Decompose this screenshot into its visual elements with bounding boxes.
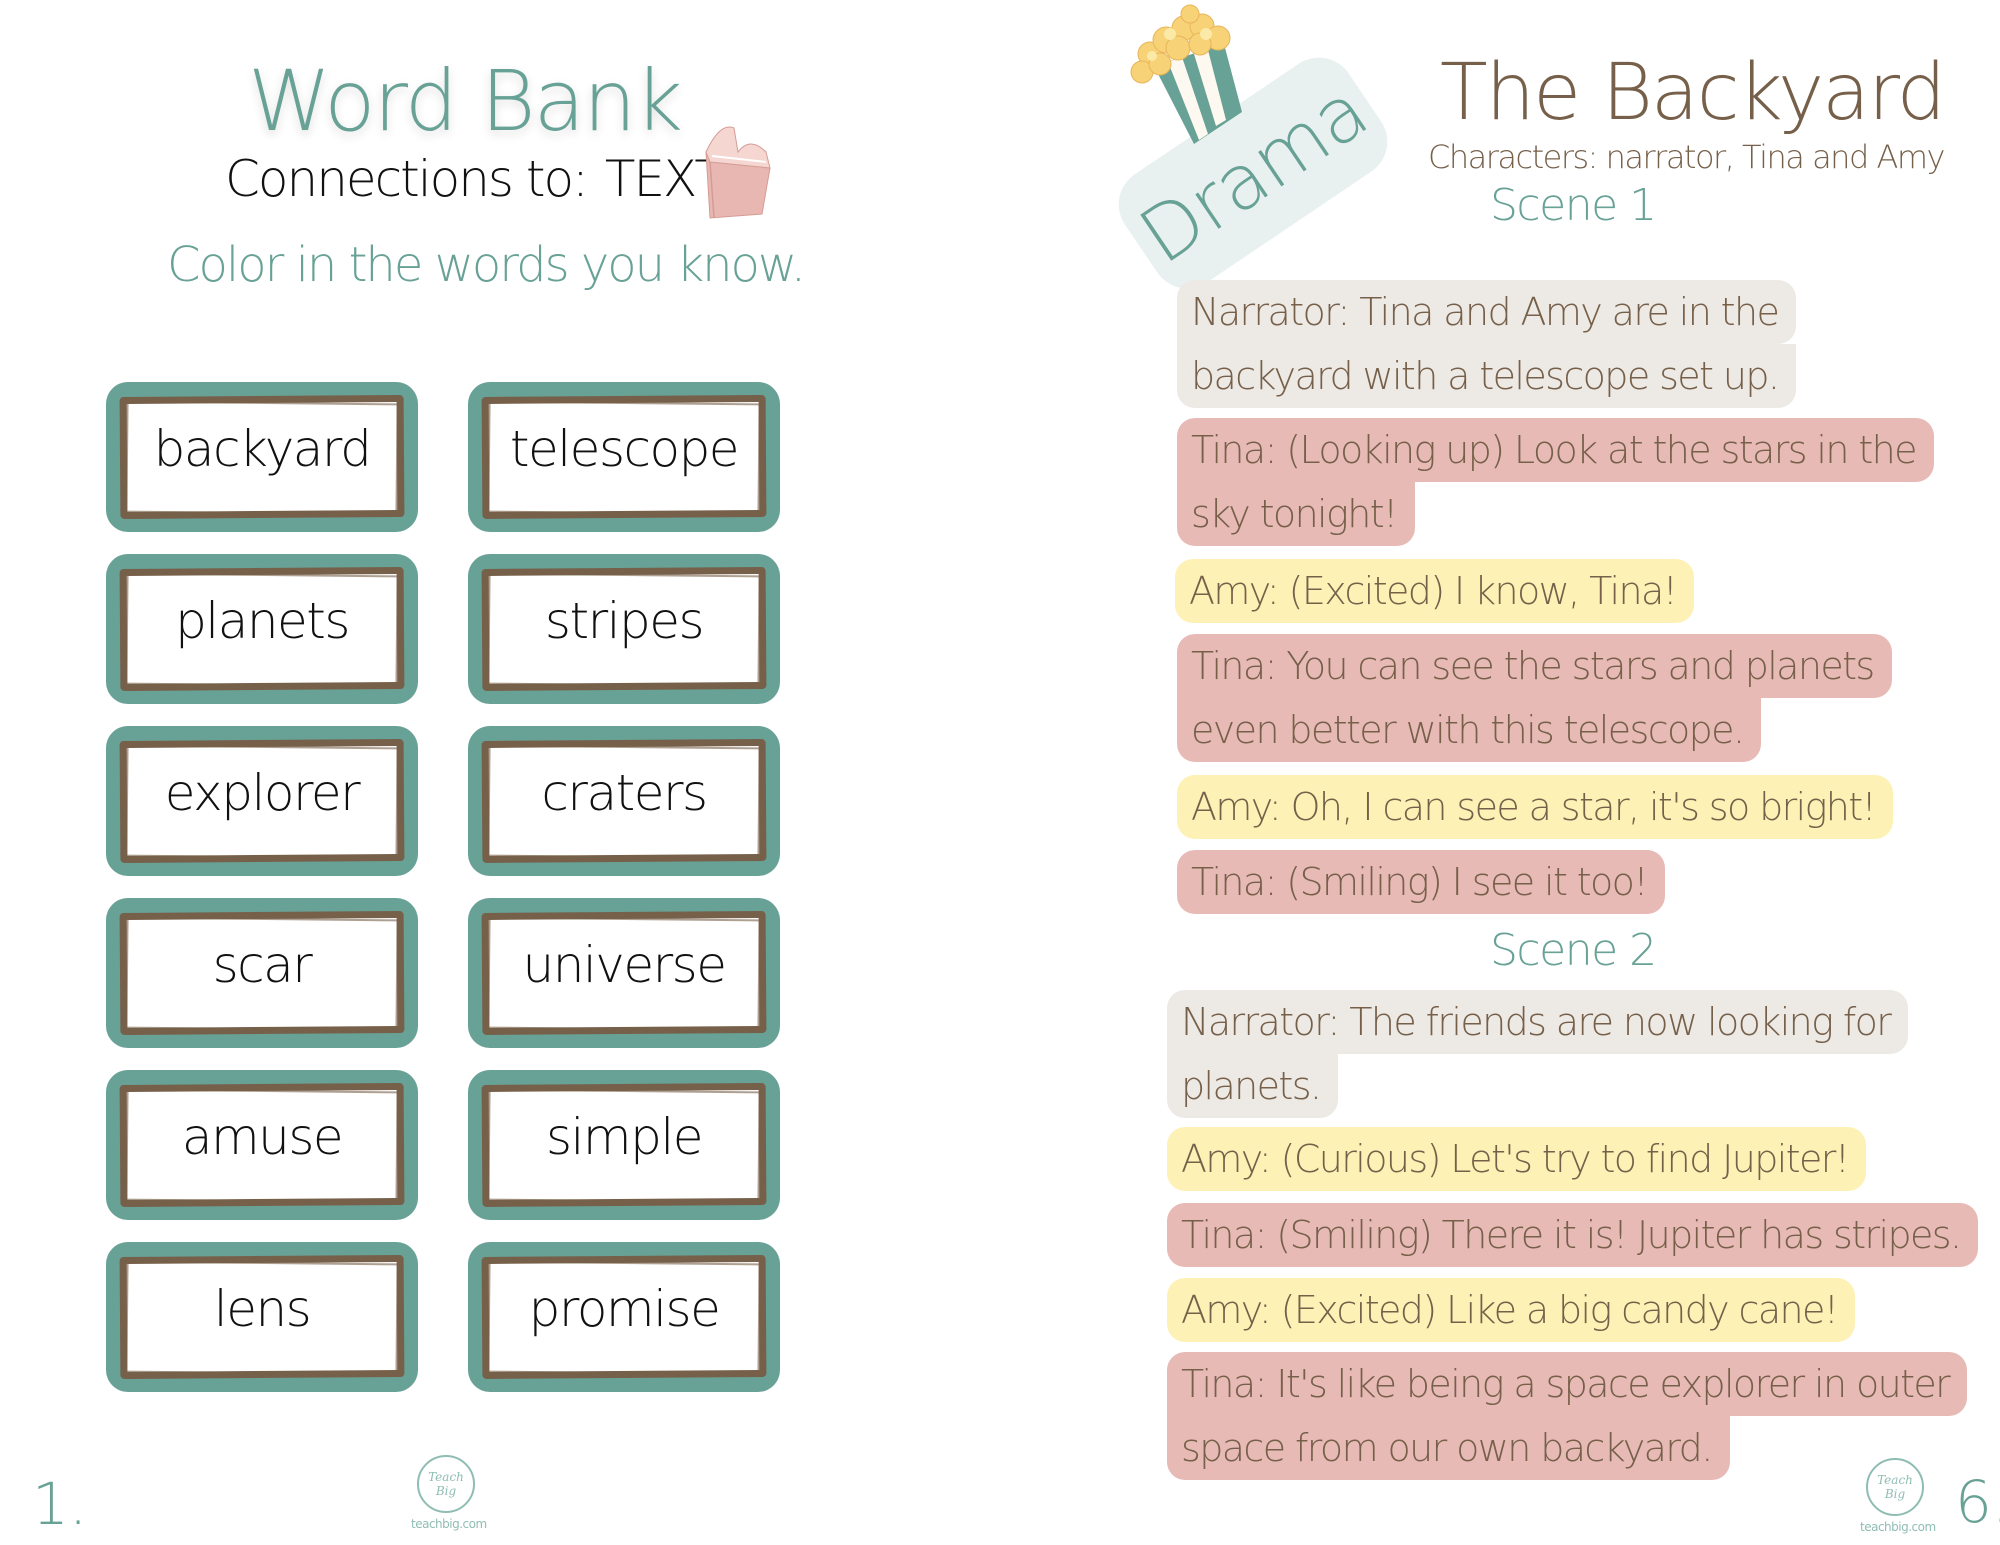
logo-url: teachbig.com [1860, 1520, 1936, 1534]
word-card[interactable]: craters [468, 726, 780, 876]
word-card[interactable]: universe [468, 898, 780, 1048]
instruction-text: Color in the words you know. [167, 237, 806, 293]
word-card[interactable]: amuse [106, 1070, 418, 1220]
dialogue-text: Tina: It's like being a space explorer i… [1167, 1352, 1968, 1416]
dialogue-text: space from our own backyard. [1167, 1416, 1730, 1480]
word-card[interactable]: lens [106, 1242, 418, 1392]
dialogue-text: even better with this telescope. [1177, 698, 1762, 762]
word-card[interactable]: explorer [106, 726, 418, 876]
word-label: planets [175, 592, 350, 650]
teachbig-logo: Teach Big teachbig.com [1860, 1458, 1936, 1534]
dialogue-text: Narrator: The friends are now looking fo… [1167, 990, 1909, 1054]
connections-subtitle: Connections to: TEXT [225, 150, 725, 208]
dialogue-text: Amy: (Excited) Like a big candy cane! [1167, 1278, 1856, 1342]
word-label: explorer [164, 764, 361, 822]
word-bank-page: Word Bank Connections to: TEXT Color in t… [0, 0, 1000, 1545]
dialogue-text: Amy: (Curious) Let's try to find Jupiter… [1167, 1127, 1867, 1191]
dialogue-line-amy: Amy: (Excited) Like a big candy cane! [1167, 1278, 1856, 1342]
word-card[interactable]: telescope [468, 382, 780, 532]
word-label: simple [545, 1108, 704, 1166]
dialogue-text: Narrator: Tina and Amy are in the [1177, 280, 1797, 344]
logo-mark: Teach Big [417, 1455, 475, 1513]
word-label: stripes [544, 592, 705, 650]
word-label: backyard [153, 420, 372, 478]
word-label: promise [528, 1280, 721, 1338]
play-title: The Backyard [1440, 48, 1946, 138]
dialogue-text: Tina: You can see the stars and planets [1177, 634, 1892, 698]
logo-mark: Teach Big [1866, 1458, 1924, 1516]
scene-2-heading: Scene 2 [1490, 925, 1657, 976]
teachbig-logo: Teach Big teachbig.com [411, 1455, 487, 1531]
word-label: telescope [509, 420, 740, 478]
word-label: scar [212, 936, 313, 994]
dialogue-line-tina: Tina: (Smiling) There it is! Jupiter has… [1167, 1203, 1979, 1267]
dialogue-text: sky tonight! [1177, 482, 1415, 546]
word-card[interactable]: stripes [468, 554, 780, 704]
word-card[interactable]: promise [468, 1242, 780, 1392]
word-label: amuse [181, 1108, 344, 1166]
dialogue-text: Tina: (Smiling) There it is! Jupiter has… [1167, 1203, 1979, 1267]
word-card[interactable]: simple [468, 1070, 780, 1220]
word-card[interactable]: planets [106, 554, 418, 704]
dialogue-text: Tina: (Looking up) Look at the stars in … [1177, 418, 1934, 482]
dialogue-text: backyard with a telescope set up. [1177, 344, 1797, 408]
dialogue-line-amy: Amy: (Curious) Let's try to find Jupiter… [1167, 1127, 1867, 1191]
word-card[interactable]: scar [106, 898, 418, 1048]
book-icon [705, 126, 771, 219]
dialogue-text: Tina: (Smiling) I see it too! [1177, 850, 1665, 914]
word-label: universe [522, 936, 728, 994]
word-card[interactable]: backyard [106, 382, 418, 532]
page-number: 6. [1955, 1468, 2000, 1536]
page-number: 1. [32, 1470, 88, 1538]
word-grid: backyard telescope planets stripes explo… [106, 382, 780, 1392]
dialogue-line-narrator: Narrator: Tina and Amy are in the backya… [1177, 280, 1797, 408]
dialogue-line-tina: Tina: (Smiling) I see it too! [1177, 850, 1665, 914]
dialogue-line-tina: Tina: You can see the stars and planets … [1177, 634, 1892, 762]
subtitle-prefix: Connections to: [225, 150, 589, 208]
dialogue-text: Amy: (Excited) I know, Tina! [1175, 559, 1695, 623]
word-label: craters [541, 764, 708, 822]
popcorn-icon [1130, 4, 1242, 144]
characters-list: Characters: narrator, Tina and Amy [1428, 138, 1945, 176]
word-label: lens [213, 1280, 312, 1338]
scene-1-heading: Scene 1 [1490, 180, 1657, 231]
dialogue-line-amy: Amy: Oh, I can see a star, it's so brigh… [1177, 775, 1894, 839]
dialogue-line-narrator: Narrator: The friends are now looking fo… [1167, 990, 1909, 1118]
dialogue-line-tina: Tina: It's like being a space explorer i… [1167, 1352, 1968, 1480]
dialogue-line-tina: Tina: (Looking up) Look at the stars in … [1177, 418, 1934, 546]
dialogue-text: Amy: Oh, I can see a star, it's so brigh… [1177, 775, 1894, 839]
word-bank-title: Word Bank [248, 52, 683, 150]
dialogue-text: planets. [1167, 1054, 1339, 1118]
logo-url: teachbig.com [411, 1517, 487, 1531]
dialogue-line-amy: Amy: (Excited) I know, Tina! [1175, 559, 1695, 623]
